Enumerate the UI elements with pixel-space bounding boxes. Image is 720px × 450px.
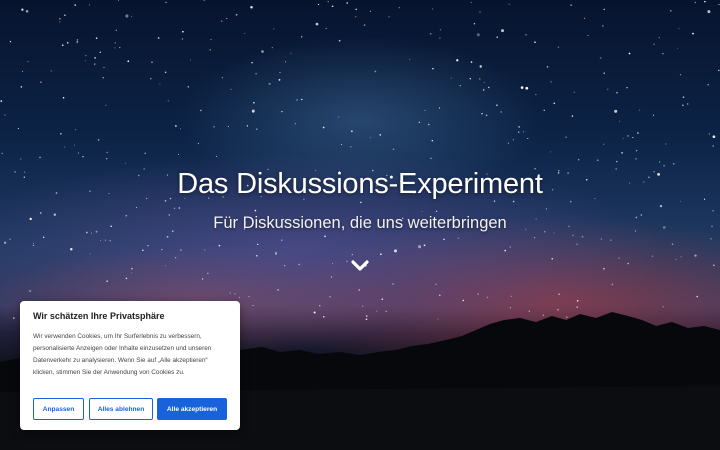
accept-all-button[interactable]: Alle akzeptieren xyxy=(157,398,227,420)
page-title: Das Diskussions-Experiment xyxy=(177,168,543,200)
cookie-consent-banner: Wir schätzen Ihre Privatsphäre Wir verwe… xyxy=(20,301,240,430)
starry-sky-background xyxy=(0,0,720,321)
cookie-banner-text: Wir verwenden Cookies, um Ihr Surferlebn… xyxy=(33,333,212,376)
hero-content: Das Diskussions-Experiment Für Diskussio… xyxy=(0,168,720,233)
customize-button[interactable]: Anpassen xyxy=(33,398,84,420)
cookie-button-group: Anpassen Alles ablehnen Alle akzeptieren xyxy=(33,398,227,420)
scroll-down-button[interactable] xyxy=(350,256,370,276)
reject-all-button[interactable]: Alles ablehnen xyxy=(89,398,153,420)
cookie-banner-title: Wir schätzen Ihre Privatsphäre xyxy=(33,311,165,321)
page-subtitle: Für Diskussionen, die uns weiterbringen xyxy=(213,214,507,232)
chevron-down-icon xyxy=(351,260,369,271)
